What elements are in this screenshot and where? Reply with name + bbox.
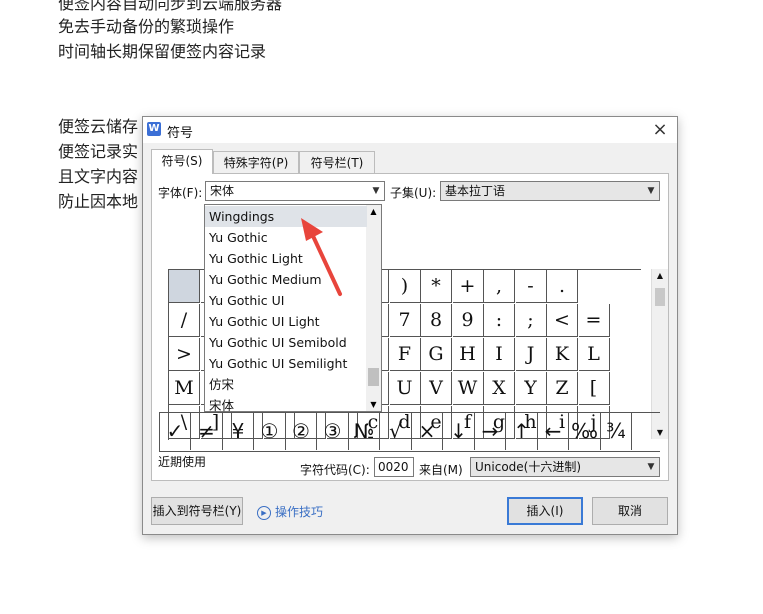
annotation-arrow-icon bbox=[301, 218, 342, 296]
